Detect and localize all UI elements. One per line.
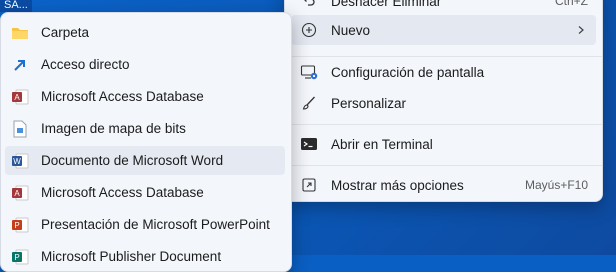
submenu-item-label: Acceso directo [41, 57, 130, 72]
menu-item-shortcut: Ctrl+Z [555, 0, 588, 8]
svg-text:A: A [14, 189, 20, 198]
submenu-item-folder[interactable]: Carpeta [5, 18, 285, 47]
svg-text:W: W [13, 157, 21, 166]
undo-icon [299, 0, 319, 11]
menu-item-personalize[interactable]: Personalizar [291, 88, 596, 118]
svg-text:P: P [14, 221, 19, 230]
submenu-item-bitmap[interactable]: Imagen de mapa de bits [5, 114, 285, 143]
submenu-item-access-database-2[interactable]: A Microsoft Access Database [5, 178, 285, 207]
terminal-icon [299, 134, 319, 154]
menu-item-label: Mostrar más opciones [331, 177, 464, 193]
menu-item-label: Configuración de pantalla [331, 64, 485, 80]
submenu-item-label: Presentación de Microsoft PowerPoint [41, 217, 270, 232]
new-plus-icon [299, 20, 319, 40]
menu-item-shortcut: Mayús+F10 [524, 178, 588, 192]
menu-separator [285, 165, 602, 166]
brush-icon [299, 93, 319, 113]
menu-item-label: Abrir en Terminal [331, 136, 433, 152]
menu-item-show-more-options[interactable]: Mostrar más opciones Mayús+F10 [291, 170, 596, 200]
submenu-item-label: Microsoft Access Database [41, 185, 204, 200]
submenu-item-label: Documento de Microsoft Word [41, 153, 224, 168]
menu-item-label: Nuevo [331, 22, 371, 38]
svg-text:P: P [14, 253, 19, 262]
access-icon: A [11, 88, 29, 106]
submenu-item-shortcut[interactable]: Acceso directo [5, 50, 285, 79]
menu-item-display-settings[interactable]: Configuración de pantalla [291, 57, 596, 87]
more-options-icon [299, 175, 319, 195]
submenu-item-access-database[interactable]: A Microsoft Access Database [5, 82, 285, 111]
submenu-item-publisher[interactable]: P Microsoft Publisher Document [5, 242, 285, 271]
desktop-icon-label[interactable]: SA... [0, 0, 32, 12]
shortcut-arrow-icon [11, 56, 29, 74]
menu-item-label: Deshacer Eliminar [331, 0, 442, 9]
display-settings-icon [299, 62, 319, 82]
svg-text:A: A [14, 93, 20, 102]
submenu-item-label: Microsoft Publisher Document [41, 249, 222, 264]
word-icon: W [11, 152, 29, 170]
submenu-item-label: Imagen de mapa de bits [41, 121, 186, 136]
powerpoint-icon: P [11, 216, 29, 234]
menu-item-label: Personalizar [331, 95, 407, 111]
access-icon: A [11, 184, 29, 202]
bitmap-icon [11, 120, 29, 138]
submenu-item-powerpoint[interactable]: P Presentación de Microsoft PowerPoint [5, 210, 285, 239]
publisher-icon: P [11, 248, 29, 266]
menu-item-open-terminal[interactable]: Abrir en Terminal [291, 129, 596, 159]
submenu-item-word-document[interactable]: W Documento de Microsoft Word [5, 146, 285, 175]
menu-separator [285, 124, 602, 125]
context-menu: Deshacer Eliminar Ctrl+Z Nuevo Configura… [284, 0, 603, 202]
submenu-item-label: Carpeta [41, 25, 90, 40]
submenu-item-label: Microsoft Access Database [41, 89, 204, 104]
new-submenu: Carpeta Acceso directo A Microsoft Acces… [0, 12, 292, 272]
chevron-right-icon [576, 23, 586, 38]
menu-item-new[interactable]: Nuevo [291, 15, 596, 45]
menu-item-undo-delete[interactable]: Deshacer Eliminar Ctrl+Z [291, 0, 596, 16]
folder-icon [11, 24, 29, 42]
